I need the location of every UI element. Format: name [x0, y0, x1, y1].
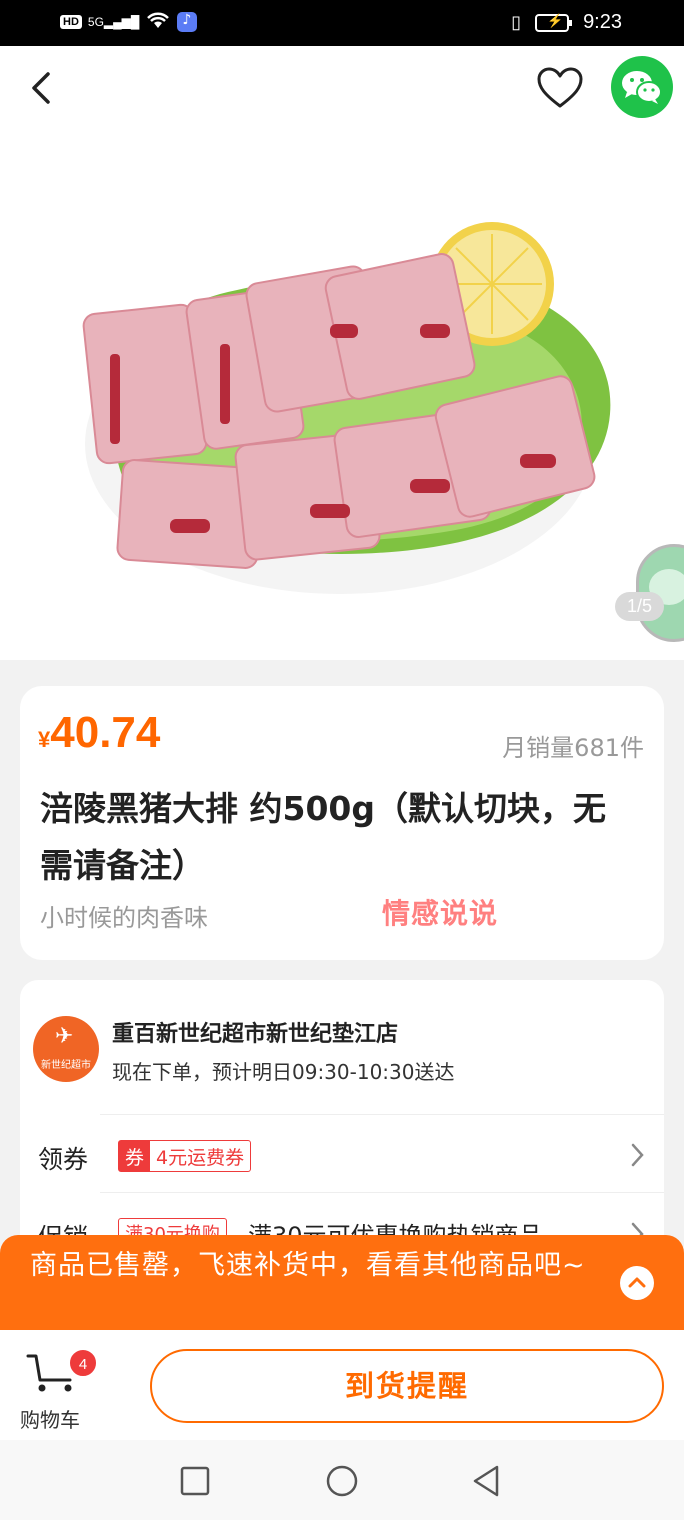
expand-up-button[interactable]	[620, 1266, 654, 1300]
product-info-card: ¥40.74 月销量681件 涪陵黑猪大排 约500g（默认切块，无需请备注） …	[20, 686, 664, 960]
bird-logo-icon: ✈	[55, 1024, 74, 1049]
sold-out-banner[interactable]: 商品已售罄，飞速补货中，看看其他商品吧~	[0, 1235, 684, 1330]
store-name[interactable]: 重百新世纪超市新世纪垫江店	[112, 1016, 398, 1048]
bottom-action-bar: 4 购物车 到货提醒	[0, 1330, 684, 1440]
chevron-up-icon	[628, 1277, 646, 1288]
cart-count-badge: 4	[68, 1348, 98, 1378]
wifi-icon	[145, 10, 171, 34]
status-time: 9:23	[583, 11, 622, 33]
network-label: 5G	[87, 15, 104, 29]
divider	[100, 1114, 664, 1115]
store-logo[interactable]: ✈ 新世纪超市	[33, 1016, 99, 1082]
recents-square-icon[interactable]	[180, 1466, 210, 1496]
favorite-heart-icon[interactable]	[536, 66, 584, 110]
currency-symbol: ¥	[38, 727, 51, 752]
coupon-value: 4元运费券	[156, 1146, 245, 1169]
divider	[100, 1192, 664, 1193]
product-title: 涪陵黑猪大排 约500g（默认切块，无需请备注）	[40, 789, 606, 885]
sold-out-message: 商品已售罄，飞速补货中，看看其他商品吧~	[30, 1250, 586, 1281]
status-left: HD 5G▂▄▆█	[60, 10, 198, 34]
status-bar: HD 5G▂▄▆█ ▯ ⚡ 9:23	[0, 0, 684, 46]
battery-icon: ⚡	[535, 13, 573, 32]
status-right: ▯ ⚡ 9:23	[511, 11, 622, 34]
chevron-right-icon[interactable]	[630, 1141, 646, 1169]
network-indicator: 5G▂▄▆█	[87, 15, 140, 29]
coupon-tag-prefix: 券	[119, 1141, 151, 1171]
home-circle-icon[interactable]	[325, 1464, 359, 1498]
cart-button[interactable]: 4 购物车	[18, 1348, 98, 1432]
price-value: 40.74	[50, 708, 161, 757]
cart-label: 购物车	[20, 1408, 80, 1432]
price: ¥40.74	[38, 708, 160, 758]
back-arrow-icon[interactable]	[22, 68, 62, 108]
store-logo-text: 新世纪超市	[41, 1060, 91, 1071]
wechat-icon	[622, 71, 662, 104]
back-triangle-icon[interactable]	[470, 1464, 502, 1498]
image-counter: 1/5	[614, 592, 664, 621]
product-image	[82, 222, 611, 594]
coupon-row-label: 领券	[38, 1145, 89, 1174]
delivery-estimate: 现在下单，预计明日09:30-10:30送达	[112, 1060, 455, 1084]
hd-indicator: HD	[60, 15, 82, 29]
system-nav-bar	[0, 1440, 684, 1520]
wechat-share-button[interactable]	[611, 56, 673, 118]
product-gallery[interactable]: 1/5	[0, 46, 684, 660]
monthly-sales: 月销量681件	[502, 734, 644, 762]
restock-notify-button[interactable]: 到货提醒	[150, 1349, 664, 1423]
watermark: 情感说说	[382, 897, 499, 930]
coupon-tag[interactable]: 券 4元运费券	[118, 1140, 252, 1172]
product-subtitle: 小时候的肉香味	[40, 904, 208, 932]
vibrate-icon: ▯	[511, 12, 522, 32]
music-app-icon	[177, 12, 198, 32]
